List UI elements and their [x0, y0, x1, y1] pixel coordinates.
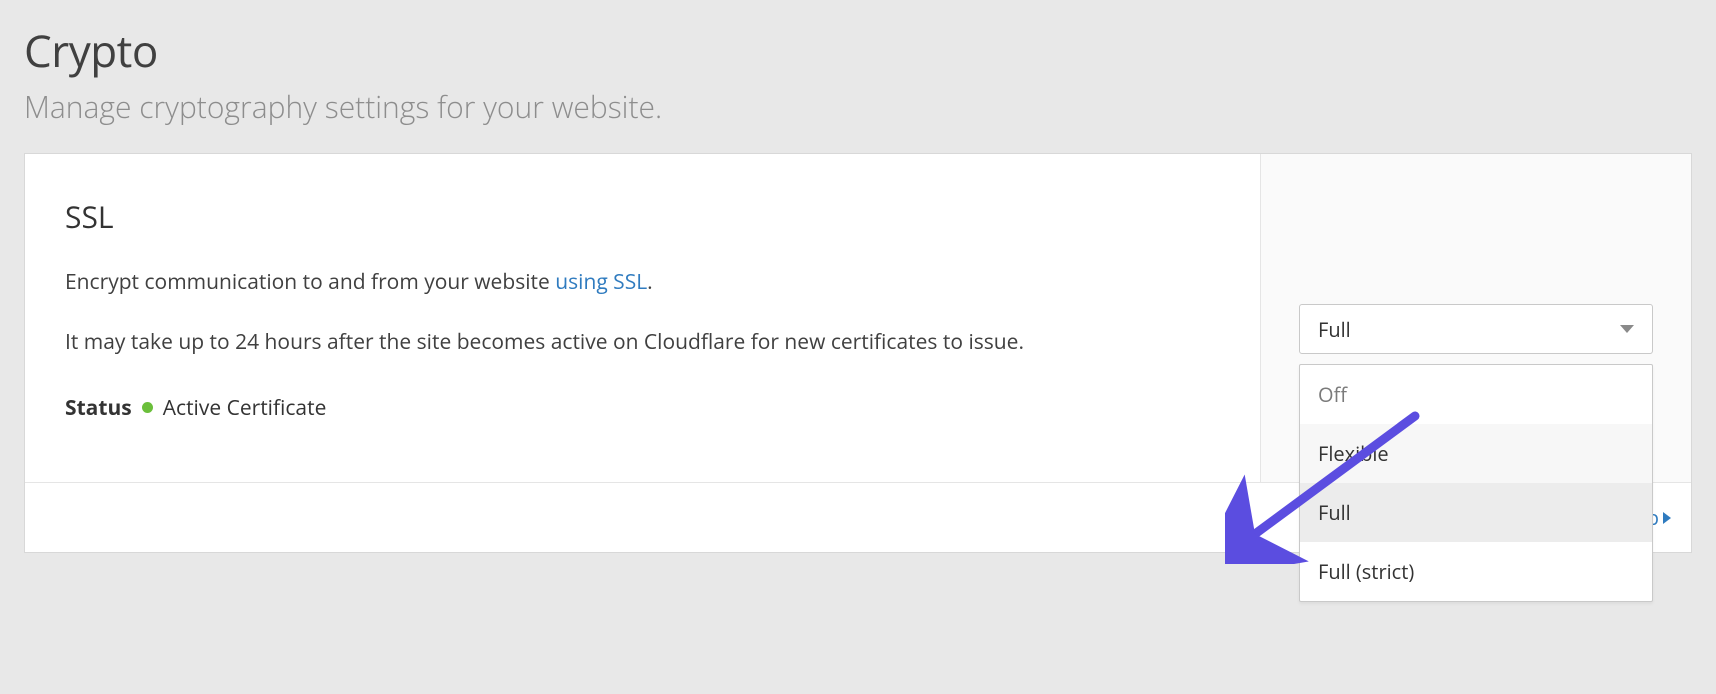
- ssl-desc-prefix: Encrypt communication to and from your w…: [65, 268, 555, 296]
- ssl-mode-option-off[interactable]: Off: [1300, 365, 1652, 424]
- ssl-desc-suffix: .: [647, 268, 653, 296]
- page-subtitle: Manage cryptography settings for your we…: [24, 86, 1692, 127]
- ssl-mode-menu: Off Flexible Full Full (strict): [1299, 364, 1653, 602]
- chevron-right-icon: [1663, 512, 1671, 524]
- ssl-heading: SSL: [65, 196, 1220, 237]
- ssl-mode-option-full[interactable]: Full: [1300, 483, 1652, 542]
- ssl-status-text: Active Certificate: [163, 394, 327, 422]
- status-dot-icon: [142, 402, 153, 413]
- ssl-card: SSL Encrypt communication to and from yo…: [24, 153, 1692, 553]
- ssl-note: It may take up to 24 hours after the sit…: [65, 327, 1065, 357]
- ssl-card-control: Full Off Flexible Full Full (strict): [1261, 154, 1691, 552]
- ssl-mode-option-flexible[interactable]: Flexible: [1300, 424, 1652, 483]
- ssl-status-row: Status Active Certificate: [65, 394, 1220, 422]
- ssl-mode-select-button[interactable]: Full: [1299, 304, 1653, 354]
- ssl-desc-link[interactable]: using SSL: [555, 268, 647, 296]
- ssl-status-label: Status: [65, 394, 132, 422]
- chevron-down-icon: [1620, 325, 1634, 333]
- ssl-description: Encrypt communication to and from your w…: [65, 267, 1065, 297]
- ssl-mode-selected-label: Full: [1318, 316, 1351, 343]
- ssl-mode-select: Full Off Flexible Full Full (strict): [1299, 304, 1653, 354]
- page-title: Crypto: [24, 20, 1692, 80]
- ssl-mode-option-full-strict[interactable]: Full (strict): [1300, 542, 1652, 601]
